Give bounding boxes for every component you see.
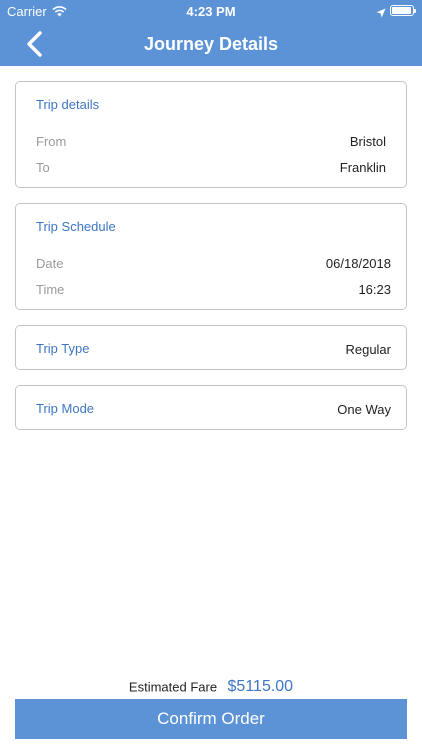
trip-mode-value: One Way bbox=[337, 402, 391, 417]
to-value: Franklin bbox=[339, 160, 386, 175]
from-label: From bbox=[36, 134, 67, 149]
trip-mode-label: Trip Mode bbox=[36, 401, 95, 416]
trip-details-card: Trip details From Bristol To Franklin bbox=[15, 81, 407, 188]
to-label: To bbox=[36, 160, 50, 175]
trip-type-label: Trip Type bbox=[36, 341, 90, 356]
date-label: Date bbox=[36, 256, 64, 271]
status-time: 4:23 PM bbox=[186, 4, 236, 19]
trip-schedule-title: Trip Schedule bbox=[36, 219, 116, 234]
time-label: Time bbox=[36, 282, 65, 297]
estimated-fare: Estimated Fare $5115.00 bbox=[0, 678, 422, 696]
nav-bar: Journey Details bbox=[0, 22, 422, 66]
trip-type-row[interactable]: Trip Type Regular bbox=[15, 325, 407, 370]
estimated-fare-label: Estimated Fare bbox=[128, 679, 218, 695]
battery-icon bbox=[390, 5, 416, 16]
from-value: Bristol bbox=[349, 134, 386, 149]
trip-schedule-card: Trip Schedule Date 06/18/2018 Time 16:23 bbox=[15, 203, 407, 310]
trip-type-value: Regular bbox=[345, 342, 391, 357]
confirm-order-button[interactable]: Confirm Order bbox=[15, 699, 407, 739]
location-arrow-icon bbox=[376, 5, 386, 23]
time-value: 16:23 bbox=[358, 282, 391, 297]
estimated-fare-value: $5115.00 bbox=[227, 678, 294, 695]
trip-mode-row[interactable]: Trip Mode One Way bbox=[15, 385, 407, 430]
page-title: Journey Details bbox=[143, 34, 279, 54]
date-value: 06/18/2018 bbox=[325, 256, 391, 271]
trip-details-title: Trip details bbox=[36, 97, 100, 112]
status-bar: Carrier 4:23 PM bbox=[0, 0, 422, 22]
